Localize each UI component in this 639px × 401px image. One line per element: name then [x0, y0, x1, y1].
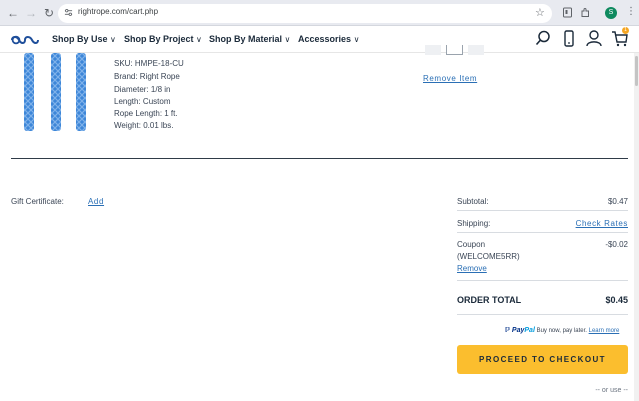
check-rates-link[interactable]: Check Rates [576, 219, 628, 228]
paypal-logo: PayPal [511, 327, 535, 334]
product-rope-image[interactable] [22, 53, 94, 131]
subtotal-value: $0.47 [607, 197, 628, 206]
nav-shop-by-material[interactable]: Shop By Material ∨ [209, 34, 290, 44]
forward-arrow-icon[interactable]: → [24, 6, 38, 20]
quantity-increase-button[interactable] [468, 45, 484, 55]
quantity-input[interactable] [446, 45, 463, 55]
subtotal-label: Subtotal: [457, 197, 489, 206]
summary-divider [457, 314, 628, 315]
profile-avatar[interactable]: S [605, 7, 617, 19]
paypal-tagline: Buy now, pay later. [536, 328, 587, 334]
back-arrow-icon[interactable]: ← [6, 6, 20, 20]
summary-divider [457, 232, 628, 233]
phone-icon[interactable] [563, 30, 575, 47]
shipping-label: Shipping: [457, 219, 491, 228]
coupon-code: (WELCOME5RR) [457, 252, 520, 261]
reload-icon[interactable]: ↻ [42, 6, 56, 20]
chevron-down-icon: ∨ [110, 35, 116, 44]
product-length: Length: Custom [114, 97, 171, 106]
coupon-value: -$0.02 [605, 240, 628, 249]
reading-list-icon[interactable] [562, 7, 573, 18]
scrollbar-thumb[interactable] [635, 56, 638, 86]
product-diameter: Diameter: 1/8 in [114, 85, 171, 94]
gift-certificate-add-link[interactable]: Add [88, 197, 104, 206]
bookmark-star-icon[interactable]: ☆ [535, 6, 545, 19]
paypal-mark-icon: ℙ [505, 327, 511, 334]
search-icon[interactable] [535, 30, 551, 46]
nav-shop-by-project[interactable]: Shop By Project ∨ [124, 34, 202, 44]
chevron-down-icon: ∨ [196, 35, 202, 44]
paypal-learn-more-link[interactable]: Learn more [589, 328, 620, 334]
product-weight: Weight: 0.01 lbs. [114, 121, 174, 130]
account-icon[interactable] [586, 30, 602, 47]
url-text[interactable]: rightrope.com/cart.php [78, 7, 158, 16]
summary-divider [457, 210, 628, 211]
browser-menu-icon[interactable]: ⋮ [626, 7, 636, 17]
summary-divider [457, 280, 628, 281]
coupon-remove-link[interactable]: Remove [457, 264, 487, 273]
order-total-label: ORDER TOTAL [457, 295, 522, 305]
chevron-down-icon: ∨ [284, 35, 291, 44]
site-info-icon[interactable] [64, 8, 73, 17]
nav-accessories[interactable]: Accessories ∨ [298, 34, 359, 44]
remove-item-link[interactable]: Remove Item [423, 74, 477, 83]
coupon-label: Coupon [457, 240, 486, 249]
rightrope-logo-icon[interactable] [11, 34, 39, 46]
quantity-decrease-button[interactable] [425, 45, 441, 55]
product-sku: SKU: HMPE-18-CU [114, 59, 184, 68]
cart-divider [11, 158, 628, 159]
proceed-to-checkout-button[interactable]: PROCEED TO CHECKOUT [457, 345, 628, 374]
or-use-divider-text: -- or use -- [595, 387, 628, 394]
nav-shop-by-use[interactable]: Shop By Use ∨ [52, 34, 116, 44]
order-total-value: $0.45 [605, 295, 628, 305]
chevron-down-icon: ∨ [353, 35, 360, 44]
extensions-puzzle-icon[interactable] [580, 7, 591, 18]
paypal-pay-later-banner: ℙ PayPal Buy now, pay later. Learn more [505, 326, 619, 334]
page-scrollbar[interactable] [634, 53, 639, 401]
product-brand: Brand: Right Rope [114, 72, 180, 81]
cart-count-badge: 1 [622, 27, 629, 34]
gift-certificate-label: Gift Certificate: [11, 197, 64, 206]
product-rope-length: Rope Length: 1 ft. [114, 109, 178, 118]
